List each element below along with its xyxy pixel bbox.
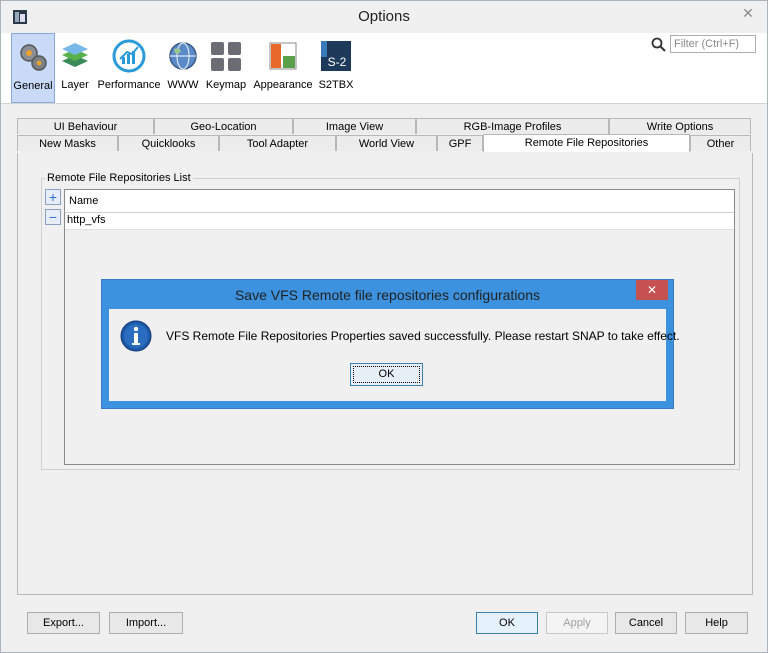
title-bar: Options ✕ [1,1,767,33]
save-confirmation-dialog: Save VFS Remote file repositories config… [101,279,680,409]
category-layer[interactable]: Layer [57,33,93,101]
dialog-message: VFS Remote File Repositories Properties … [166,329,680,343]
info-icon [120,320,152,352]
category-label: Keymap [205,79,247,91]
window-close-button[interactable]: ✕ [733,3,763,23]
dialog-title: Save VFS Remote file repositories config… [234,287,541,303]
repositories-group-title: Remote File Repositories List [45,172,193,184]
tab-geo-location[interactable]: Geo-Location [154,118,293,134]
repository-name-cell[interactable]: http_vfs [67,214,106,226]
performance-chart-icon [112,39,146,73]
apply-button[interactable]: Apply [546,612,608,634]
category-general[interactable]: General [11,33,55,103]
tab-remote-file-repositories[interactable]: Remote File Repositories [483,134,690,152]
category-label: Appearance [253,79,313,91]
dialog-body: VFS Remote File Repositories Properties … [109,309,680,401]
table-row[interactable]: http_vfs [65,213,734,230]
tab-world-view[interactable]: World View [336,135,437,151]
remove-repository-button[interactable]: − [45,209,61,225]
keyboard-icon [211,42,241,71]
ok-button[interactable]: OK [476,612,538,634]
category-label: Layer [61,79,89,91]
options-window: Options ✕ General Layer Performance WWW … [0,0,768,653]
s2-snap-icon: S-2 [321,41,351,71]
table-header[interactable]: Name [65,190,734,213]
cancel-button[interactable]: Cancel [615,612,677,634]
window-title: Options [358,8,410,25]
category-label: S2TBX [318,79,354,91]
tab-other[interactable]: Other [690,135,751,151]
dialog-close-button[interactable]: ✕ [636,280,668,300]
tab-image-view[interactable]: Image View [293,118,416,134]
gears-icon [20,44,47,71]
export-button[interactable]: Export... [27,612,100,634]
category-www[interactable]: WWW [166,33,200,101]
tab-quicklooks[interactable]: Quicklooks [118,135,219,151]
category-label: General [13,80,53,92]
globe-icon [169,42,197,70]
tab-gpf[interactable]: GPF [437,135,483,151]
category-s2tbx[interactable]: S-2 S2TBX [317,33,355,101]
tab-new-masks[interactable]: New Masks [17,135,118,151]
filter-search-input[interactable]: Filter (Ctrl+F) [670,35,756,53]
category-keymap[interactable]: Keymap [204,33,248,101]
appearance-icon [269,42,297,70]
tab-write-options[interactable]: Write Options [609,118,751,134]
help-button[interactable]: Help [685,612,748,634]
import-button[interactable]: Import... [109,612,183,634]
category-label: Performance [97,79,161,91]
dialog-ok-button[interactable]: OK [350,363,423,386]
add-repository-button[interactable]: + [45,189,61,205]
category-toolbar: General Layer Performance WWW Keymap App… [1,33,767,104]
category-performance[interactable]: Performance [96,33,162,101]
category-label: WWW [167,79,199,91]
layers-icon [62,43,88,67]
category-appearance[interactable]: Appearance [252,33,314,101]
tab-tool-adapter[interactable]: Tool Adapter [219,135,336,151]
tab-rgb-image-profiles[interactable]: RGB-Image Profiles [416,118,609,134]
search-icon [651,37,666,52]
svg-text:S-2: S-2 [328,55,347,69]
tab-ui-behaviour[interactable]: UI Behaviour [17,118,154,134]
column-header-name[interactable]: Name [69,195,98,207]
